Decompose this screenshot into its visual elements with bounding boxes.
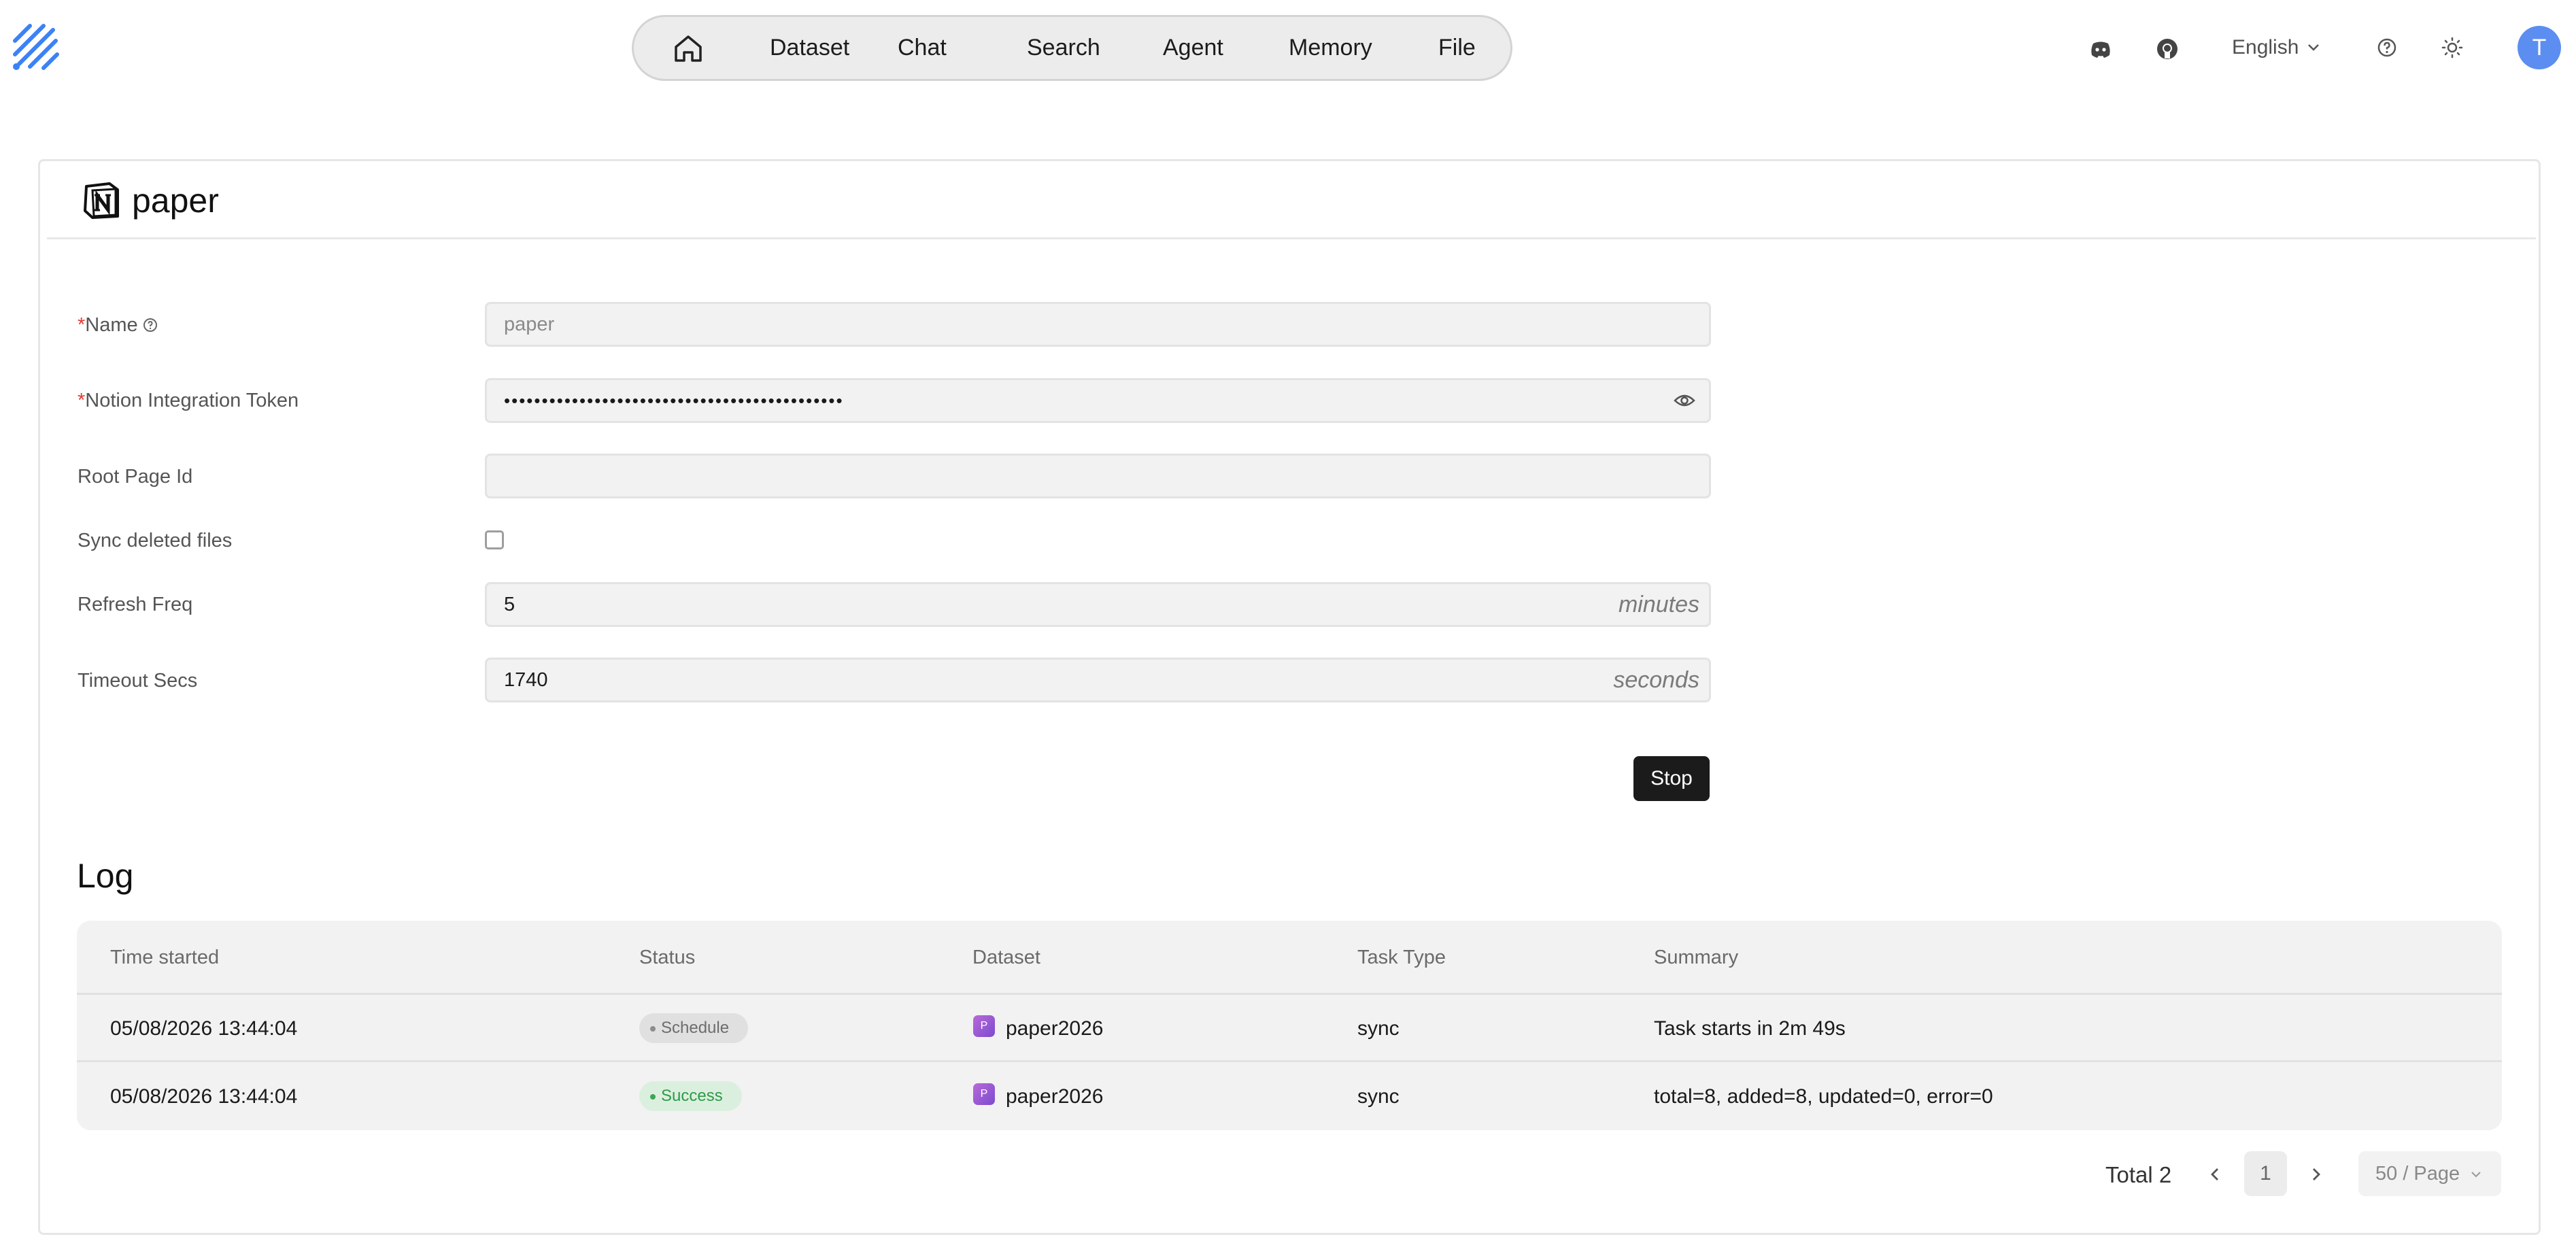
root-page-label: Root Page Id <box>78 466 193 488</box>
required-marker: * <box>78 390 86 411</box>
row-dataset[interactable]: paper2026 <box>1006 1083 1103 1110</box>
status-text: Schedule <box>661 1019 730 1037</box>
main-nav: Dataset Chat Search Agent Memory File <box>632 15 1512 81</box>
nav-memory[interactable]: Memory <box>1289 17 1372 79</box>
row-summary: total=8, added=8, updated=0, error=0 <box>1654 1085 1993 1108</box>
refresh-freq-input[interactable]: 5 minutes <box>485 582 1711 627</box>
chevron-down-icon <box>2471 1172 2481 1178</box>
row-time: 05/08/2026 13:44:04 <box>110 1017 298 1040</box>
log-title: Log <box>77 857 134 895</box>
row-dataset[interactable]: paper2026 <box>1006 1015 1103 1042</box>
page-size-value: 50 / Page <box>2375 1163 2460 1185</box>
status-text: Success <box>661 1087 723 1105</box>
chevron-right-icon[interactable] <box>2305 1164 2326 1185</box>
status-badge: Success <box>639 1081 742 1111</box>
help-icon[interactable] <box>142 317 158 333</box>
stop-button[interactable]: Stop <box>1633 756 1710 801</box>
name-input-value: paper <box>504 313 555 335</box>
dataset-icon: P <box>973 1015 995 1037</box>
name-label-text: Name <box>85 314 138 336</box>
card-header: paper <box>47 161 2536 239</box>
timeout-input[interactable]: 1740 seconds <box>485 658 1711 702</box>
status-dot <box>650 1094 656 1100</box>
sync-deleted-label: Sync deleted files <box>78 530 233 551</box>
timeout-suffix: seconds <box>1613 667 1699 693</box>
nav-search[interactable]: Search <box>1027 17 1100 79</box>
col-task-type: Task Type <box>1357 947 1446 968</box>
github-icon[interactable] <box>2155 37 2180 61</box>
dataset-icon: P <box>973 1083 995 1105</box>
table-row[interactable]: 05/08/2026 13:44:04 Success P paper2026 … <box>77 1064 2502 1130</box>
nav-dataset[interactable]: Dataset <box>770 17 849 79</box>
user-avatar[interactable]: T <box>2518 26 2561 69</box>
pagination-total: Total 2 <box>2105 1162 2172 1187</box>
discord-icon[interactable] <box>2088 37 2113 61</box>
refresh-freq-value: 5 <box>504 594 515 615</box>
refresh-freq-suffix: minutes <box>1618 592 1699 617</box>
notion-icon <box>84 182 119 219</box>
nav-file[interactable]: File <box>1438 17 1476 79</box>
status-badge: Schedule <box>639 1013 749 1043</box>
language-selector[interactable]: English <box>2232 34 2299 61</box>
refresh-freq-label: Refresh Freq <box>78 594 193 615</box>
name-input[interactable]: paper <box>485 302 1711 347</box>
required-marker: * <box>78 314 86 336</box>
app-logo[interactable] <box>10 20 65 76</box>
timeout-label: Timeout Secs <box>78 670 198 692</box>
chevron-left-icon[interactable] <box>2205 1164 2226 1185</box>
col-summary: Summary <box>1654 947 1739 968</box>
home-icon[interactable] <box>672 32 705 65</box>
col-status: Status <box>639 947 696 968</box>
nav-agent[interactable]: Agent <box>1163 17 1223 79</box>
sun-icon[interactable] <box>2441 37 2463 58</box>
name-label: *Name <box>78 311 158 339</box>
sync-deleted-checkbox[interactable] <box>485 530 504 549</box>
row-task-type: sync <box>1357 1085 1400 1108</box>
pagination-page[interactable]: 1 <box>2244 1151 2287 1196</box>
token-label-text: Notion Integration Token <box>85 390 299 411</box>
col-time-started: Time started <box>110 947 220 968</box>
timeout-value: 1740 <box>504 669 548 691</box>
table-row[interactable]: 05/08/2026 13:44:04 Schedule P paper2026… <box>77 996 2502 1062</box>
token-input-value: ••••••••••••••••••••••••••••••••••••••••… <box>504 390 844 411</box>
status-dot <box>650 1026 656 1032</box>
page-size-select[interactable]: 50 / Page <box>2358 1151 2501 1196</box>
token-label: *Notion Integration Token <box>78 387 299 414</box>
token-input[interactable]: ••••••••••••••••••••••••••••••••••••••••… <box>485 378 1711 423</box>
connector-title: paper <box>132 182 219 220</box>
row-summary: Task starts in 2m 49s <box>1654 1017 1846 1040</box>
col-dataset: Dataset <box>972 947 1040 968</box>
table-header: Time started Status Dataset Task Type Su… <box>77 921 2502 995</box>
root-page-input[interactable] <box>485 454 1711 498</box>
help-icon[interactable] <box>2376 37 2398 58</box>
chevron-down-icon <box>2308 44 2319 51</box>
nav-chat[interactable]: Chat <box>898 17 947 79</box>
row-time: 05/08/2026 13:44:04 <box>110 1085 298 1108</box>
row-task-type: sync <box>1357 1017 1400 1040</box>
eye-icon[interactable] <box>1674 392 1695 409</box>
log-table: Time started Status Dataset Task Type Su… <box>77 921 2502 1130</box>
